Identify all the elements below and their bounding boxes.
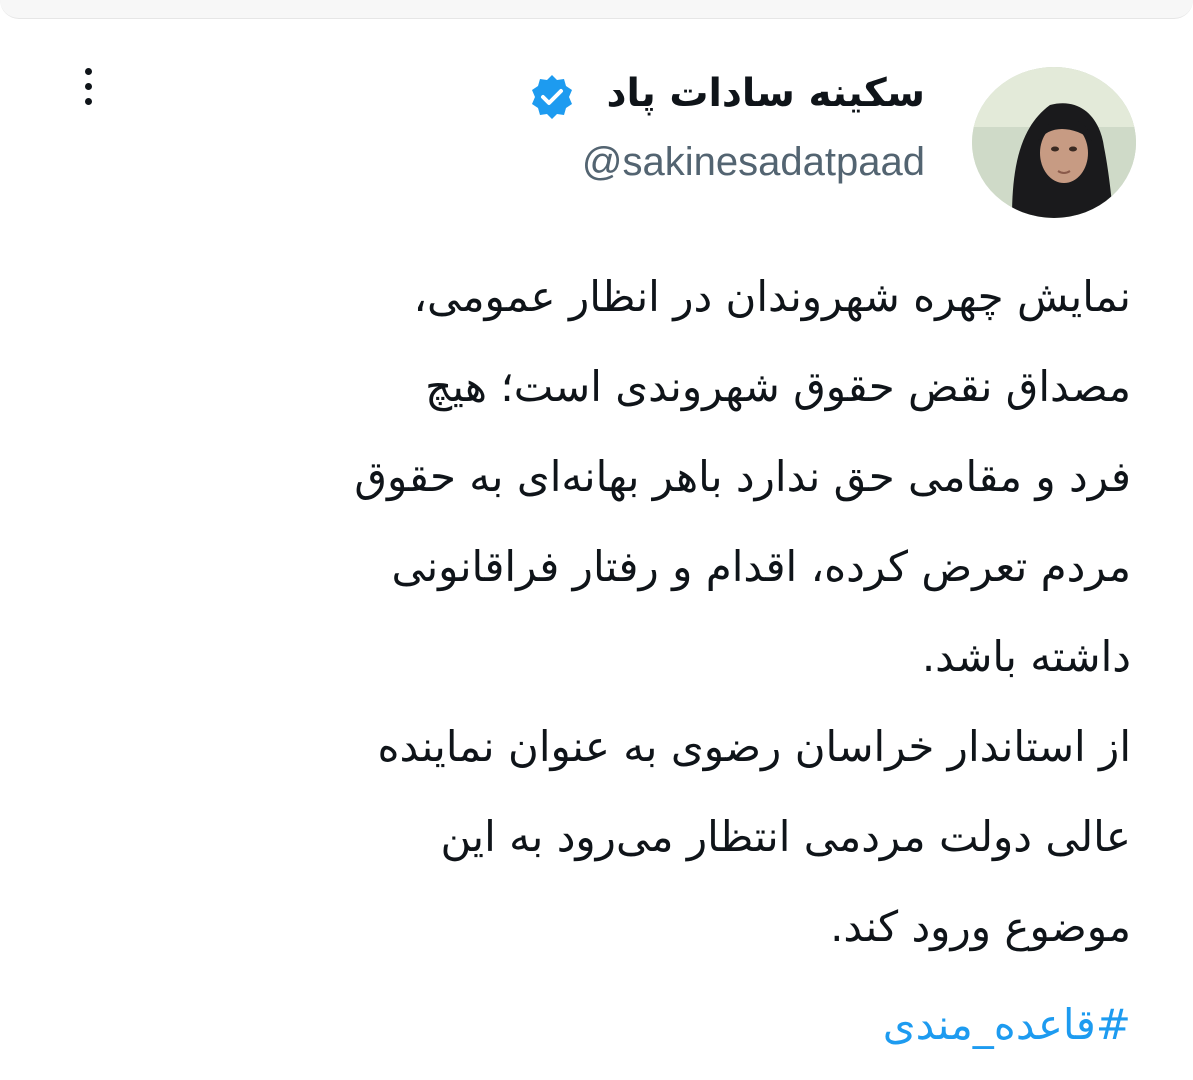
tweet-text: نمایش چهره شهروندان در انظار عمومی، مصدا… bbox=[51, 252, 1131, 972]
avatar[interactable] bbox=[972, 67, 1136, 218]
tweet-text-line: فرد و مقامی حق ندارد باهر بهانه‌ای به حق… bbox=[354, 452, 1131, 501]
more-options-icon[interactable] bbox=[70, 62, 106, 110]
dot bbox=[84, 97, 92, 105]
tweet-text-line: داشته باشد. bbox=[921, 632, 1131, 681]
author-handle[interactable]: @sakinesadatpaad bbox=[582, 136, 925, 188]
dot bbox=[84, 82, 92, 90]
tweet-text-line: مردم تعرض کرده، اقدام و رفتار فراقانونی bbox=[391, 542, 1131, 591]
tweet-text-line: نمایش چهره شهروندان در انظار عمومی، bbox=[413, 272, 1132, 321]
avatar-image bbox=[972, 67, 1136, 218]
author-display-name[interactable]: سکینه سادات پاد bbox=[606, 68, 925, 120]
tweet-text-line: مصداق نقض حقوق شهروندی است؛ هیچ bbox=[425, 362, 1131, 411]
tweet-text-line: عالی دولت مردمی انتظار می‌رود به این bbox=[440, 812, 1131, 861]
dot bbox=[84, 67, 92, 75]
tweet-text-line: موضوع ورود کند. bbox=[830, 902, 1131, 951]
hashtag-link[interactable]: #قاعده_مندی bbox=[883, 980, 1131, 1070]
tweet-text-line: از استاندار خراسان رضوی به عنوان نماینده bbox=[377, 722, 1131, 771]
tweet-card[interactable]: سکینه سادات پاد @sakinesadatpaad نمایش چ… bbox=[0, 0, 1193, 1080]
verified-badge-icon bbox=[532, 75, 572, 119]
